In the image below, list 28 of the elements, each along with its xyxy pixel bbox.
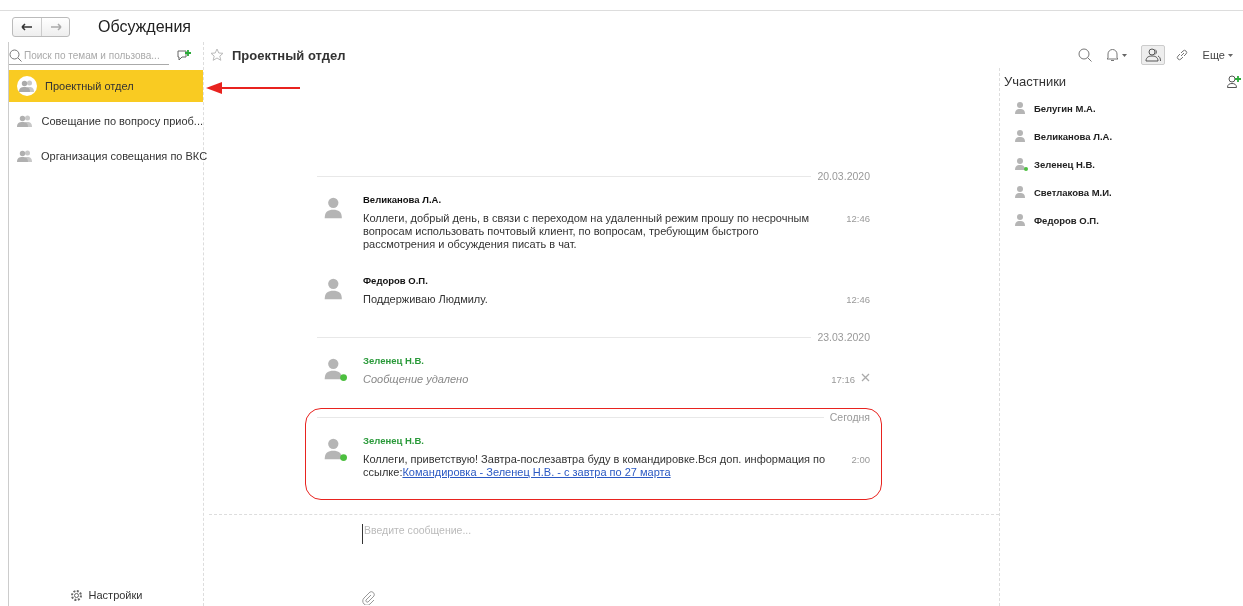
date-separator: 23.03.2020 [817, 331, 870, 343]
settings-link[interactable]: Настройки [9, 586, 203, 606]
message-time: 12:46 [846, 212, 870, 224]
message-text: Коллеги, приветствую! Завтра-послезавтра буду в командировке.Вся доп. информация по ссылке:Командировка - Зеленец Н.В. - с завтра по 27 марта [363, 453, 827, 479]
participant-name[interactable]: Белугин М.А. [1034, 102, 1096, 114]
author-name: Федоров О.П. [363, 273, 429, 288]
date-separator: 20.03.2020 [817, 170, 870, 182]
date-separator: Сегодня [829, 411, 870, 423]
message-time: 12:46 [846, 293, 870, 305]
message-time: 17:16 [831, 373, 855, 385]
participant-name[interactable]: Светлакова М.И. [1034, 186, 1112, 198]
conversation-item[interactable]: Проектный отдел [9, 70, 203, 102]
participant-name[interactable]: Зеленец Н.В. [1034, 158, 1095, 170]
more-menu[interactable]: Еще [1198, 46, 1237, 64]
participant-name[interactable]: Великанова Л.А. [1034, 130, 1113, 142]
message-link[interactable]: Командировка - Зеленец Н.В. - с завтра по 27 марта [402, 466, 671, 478]
author-name: Великанова Л.А. [363, 192, 443, 207]
participant-name[interactable]: Федоров О.П. [1034, 214, 1099, 226]
author-name: Зеленец Н.В. [363, 353, 425, 368]
window-title: Обсуждения [98, 17, 191, 36]
message-time: 2:00 [851, 453, 870, 465]
conversation-item[interactable]: Совещание по вопросу приоб... [9, 105, 203, 137]
chat-title: Проектный отдел [232, 47, 346, 63]
message-text: Коллеги, добрый день, в связи с переходом на удаленный режим прошу по несрочным вопросам использовать почтовый клиент, по вопросам, требующим быстрого рассмотрения и обсуждения писать в чат. [363, 212, 810, 251]
author-name: Зеленец Н.В. [363, 433, 425, 448]
message-text: Сообщение удалено [363, 373, 470, 386]
message-text: Поддерживаю Людмилу. [363, 293, 489, 306]
participants-title: Участники [1004, 73, 1067, 89]
